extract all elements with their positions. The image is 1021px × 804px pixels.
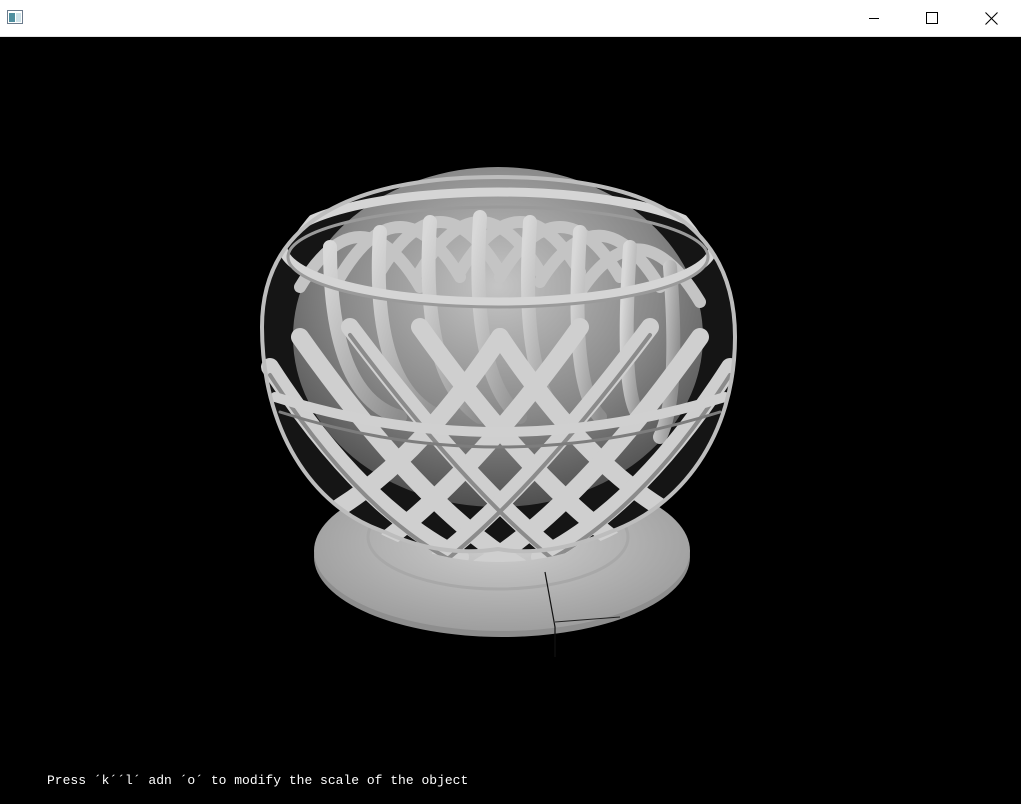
app-window-icon [7, 10, 23, 24]
application-window: Press ´k´´l´ adn ´o´ to modify the scale… [0, 0, 1021, 804]
3d-basket-object[interactable] [0, 37, 1021, 804]
title-bar[interactable] [0, 0, 1021, 37]
maximize-icon [926, 12, 938, 24]
render-viewport[interactable]: Press ´k´´l´ adn ´o´ to modify the scale… [0, 37, 1021, 804]
minimize-icon [869, 18, 879, 19]
minimize-button[interactable] [845, 0, 903, 36]
close-icon [984, 11, 998, 25]
scale-hint-text: Press ´k´´l´ adn ´o´ to modify the scale… [47, 773, 469, 788]
maximize-button[interactable] [903, 0, 961, 36]
close-button[interactable] [962, 0, 1020, 36]
